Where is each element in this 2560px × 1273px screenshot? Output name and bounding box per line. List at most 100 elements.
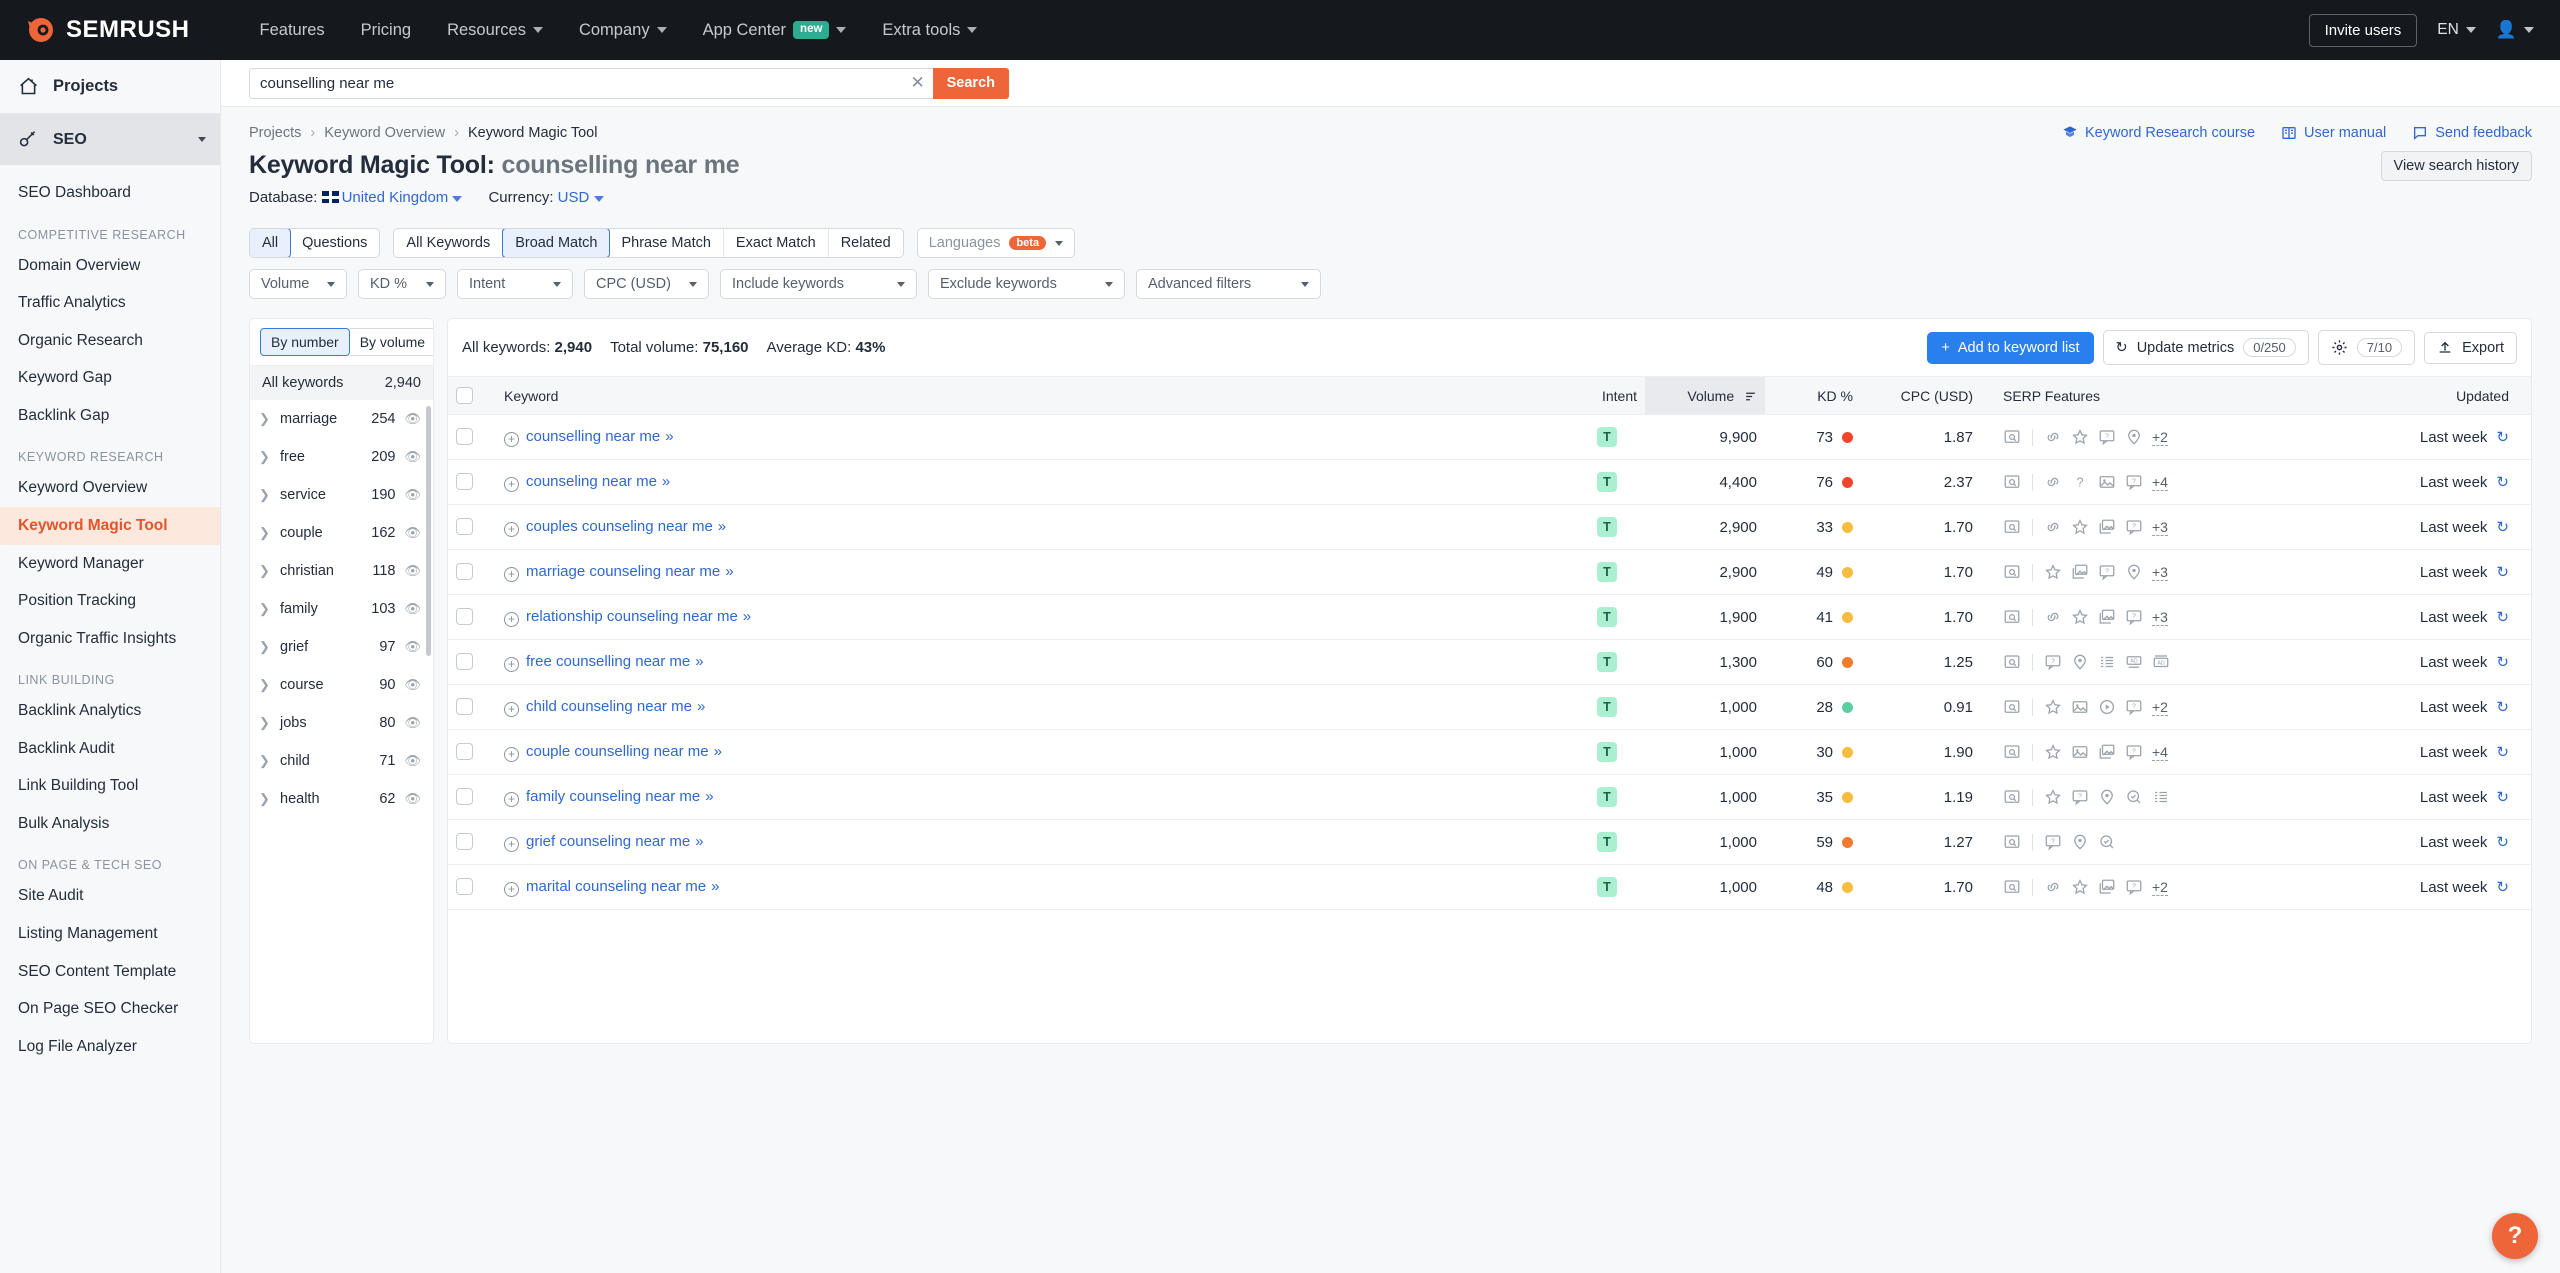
keyword-link[interactable]: couple counselling near me <box>526 743 709 760</box>
row-checkbox[interactable] <box>456 878 473 895</box>
serp-image-icon[interactable] <box>2071 743 2089 761</box>
refresh-icon[interactable]: ↻ <box>2496 474 2509 491</box>
add-keyword-icon[interactable]: + <box>504 566 519 582</box>
keyword-link[interactable]: relationship counseling near me <box>526 608 738 625</box>
serp-star-icon[interactable] <box>2044 563 2062 581</box>
tab-exact-match[interactable]: Exact Match <box>724 229 829 257</box>
serp-image-icon[interactable] <box>2071 698 2089 716</box>
add-keyword-icon[interactable]: + <box>504 656 519 672</box>
sidebar-item-organic-research[interactable]: Organic Research <box>0 322 220 360</box>
sidebar-item-bulk-analysis[interactable]: Bulk Analysis <box>0 805 220 843</box>
serp-star-icon[interactable] <box>2044 698 2062 716</box>
serp-place-icon[interactable] <box>2071 653 2089 671</box>
tab-all-keywords[interactable]: All Keywords <box>394 229 504 257</box>
sidebar-item-seo-content-template[interactable]: SEO Content Template <box>0 953 220 991</box>
sidebar-item-site-audit[interactable]: Site Audit <box>0 877 220 915</box>
list-item[interactable]: ❯ marriage 254 👁 <box>250 400 433 438</box>
add-keyword-icon[interactable]: + <box>504 476 519 492</box>
sidebar-item-log-file-analyzer[interactable]: Log File Analyzer <box>0 1028 220 1066</box>
open-serp-icon[interactable]: » <box>718 518 726 535</box>
tab-questions[interactable]: Questions <box>290 229 379 257</box>
serp-star-icon[interactable] <box>2044 743 2062 761</box>
refresh-icon[interactable]: ↻ <box>2496 744 2509 761</box>
list-item[interactable]: ❯ family 103 👁 <box>250 590 433 628</box>
list-item[interactable]: ❯ grief 97 👁 <box>250 628 433 666</box>
serp-qa-icon[interactable]: ? <box>2125 878 2143 896</box>
language-selector[interactable]: EN <box>2437 21 2476 39</box>
serp-qa-icon[interactable]: ? <box>2044 833 2062 851</box>
serp-video-icon[interactable] <box>2098 698 2116 716</box>
nav-item-features[interactable]: Features <box>242 21 343 40</box>
row-checkbox[interactable] <box>456 743 473 760</box>
serp-snippet-icon[interactable] <box>2003 743 2021 761</box>
send-feedback-link[interactable]: Send feedback <box>2412 125 2532 141</box>
add-keyword-icon[interactable]: + <box>504 791 519 807</box>
column-header-volume[interactable]: Volume <box>1645 376 1765 415</box>
nav-item-app-center[interactable]: App Center new <box>685 21 865 40</box>
serp-images-icon[interactable] <box>2098 608 2116 626</box>
row-checkbox[interactable] <box>456 473 473 490</box>
list-item[interactable]: ❯ service 190 👁 <box>250 476 433 514</box>
table-row[interactable]: + counseling near me » T 4,400 76 2.37?? +4 Last… <box>448 459 2531 505</box>
filter-advanced[interactable]: Advanced filters <box>1136 269 1321 299</box>
database-selector[interactable]: Database: United Kingdom <box>249 189 463 206</box>
open-serp-icon[interactable]: » <box>743 608 751 625</box>
serp-star-icon[interactable] <box>2071 428 2089 446</box>
table-row[interactable]: + marriage counseling near me » T 2,900 49 1.7… <box>448 549 2531 595</box>
eye-icon[interactable]: 👁 <box>404 563 421 579</box>
serp-qa-icon[interactable]: ? <box>2098 428 2116 446</box>
serp-snippet-icon[interactable] <box>2003 878 2021 896</box>
serp-snippet-icon[interactable] <box>2003 428 2021 446</box>
keyword-link[interactable]: family counseling near me <box>526 788 700 805</box>
table-row[interactable]: + couple counselling near me » T 1,000 30 1.90… <box>448 729 2531 775</box>
tab-all[interactable]: All <box>250 229 292 257</box>
keyword-link[interactable]: marriage counseling near me <box>526 563 720 580</box>
serp-reviews-icon[interactable] <box>2125 788 2143 806</box>
column-header-keyword[interactable]: Keyword <box>496 376 1569 415</box>
serp-qa-icon[interactable]: ? <box>2125 743 2143 761</box>
nav-item-pricing[interactable]: Pricing <box>343 21 429 40</box>
eye-icon[interactable]: 👁 <box>404 525 421 541</box>
serp-images-icon[interactable] <box>2098 518 2116 536</box>
add-keyword-icon[interactable]: + <box>504 701 519 717</box>
serp-snippet-icon[interactable] <box>2003 608 2021 626</box>
serp-more-link[interactable]: +3 <box>2152 519 2168 536</box>
serp-more-link[interactable]: +4 <box>2152 474 2168 491</box>
refresh-icon[interactable]: ↻ <box>2496 789 2509 806</box>
keyword-link[interactable]: child counseling near me <box>526 698 692 715</box>
view-search-history-button[interactable]: View search history <box>2380 151 2532 181</box>
table-row[interactable]: + free counselling near me » T 1,300 60 1.25? A… <box>448 639 2531 685</box>
tab-by-number[interactable]: By number <box>260 328 350 356</box>
serp-image-icon[interactable] <box>2098 473 2116 491</box>
invite-users-button[interactable]: Invite users <box>2308 13 2418 47</box>
serp-images-icon[interactable] <box>2098 743 2116 761</box>
serp-place-icon[interactable] <box>2071 833 2089 851</box>
sidebar-section-seo[interactable]: SEO <box>0 114 220 165</box>
serp-qa-icon[interactable]: ? <box>2125 608 2143 626</box>
serp-star-icon[interactable] <box>2071 608 2089 626</box>
add-keyword-icon[interactable]: + <box>504 836 519 852</box>
help-button[interactable]: ? <box>2492 1213 2538 1259</box>
breadcrumb-item-projects[interactable]: Projects <box>249 125 301 141</box>
nav-item-extra-tools[interactable]: Extra tools <box>864 21 995 40</box>
filter-volume[interactable]: Volume <box>249 269 347 299</box>
serp-snippet-icon[interactable] <box>2003 518 2021 536</box>
keyword-link[interactable]: grief counseling near me <box>526 833 690 850</box>
sidebar-item-link-building-tool[interactable]: Link Building Tool <box>0 767 220 805</box>
list-item[interactable]: ❯ jobs 80 👁 <box>250 704 433 742</box>
sidebar-item-keyword-manager[interactable]: Keyword Manager <box>0 545 220 583</box>
add-keyword-icon[interactable]: + <box>504 521 519 537</box>
semrush-logo[interactable]: SEMRUSH <box>26 15 190 45</box>
serp-link-icon[interactable] <box>2044 608 2062 626</box>
currency-value[interactable]: USD <box>558 189 590 206</box>
row-checkbox[interactable] <box>456 833 473 850</box>
eye-icon[interactable]: 👁 <box>404 677 421 693</box>
serp-snippet-icon[interactable] <box>2003 563 2021 581</box>
serp-snippet-icon[interactable] <box>2003 833 2021 851</box>
serp-ad-icon[interactable]: AD <box>2125 653 2143 671</box>
keyword-research-course-link[interactable]: Keyword Research course <box>2062 125 2255 141</box>
serp-place-icon[interactable] <box>2098 788 2116 806</box>
open-serp-icon[interactable]: » <box>711 878 719 895</box>
tab-by-volume[interactable]: By volume <box>349 328 433 356</box>
serp-snippet-icon[interactable] <box>2003 473 2021 491</box>
